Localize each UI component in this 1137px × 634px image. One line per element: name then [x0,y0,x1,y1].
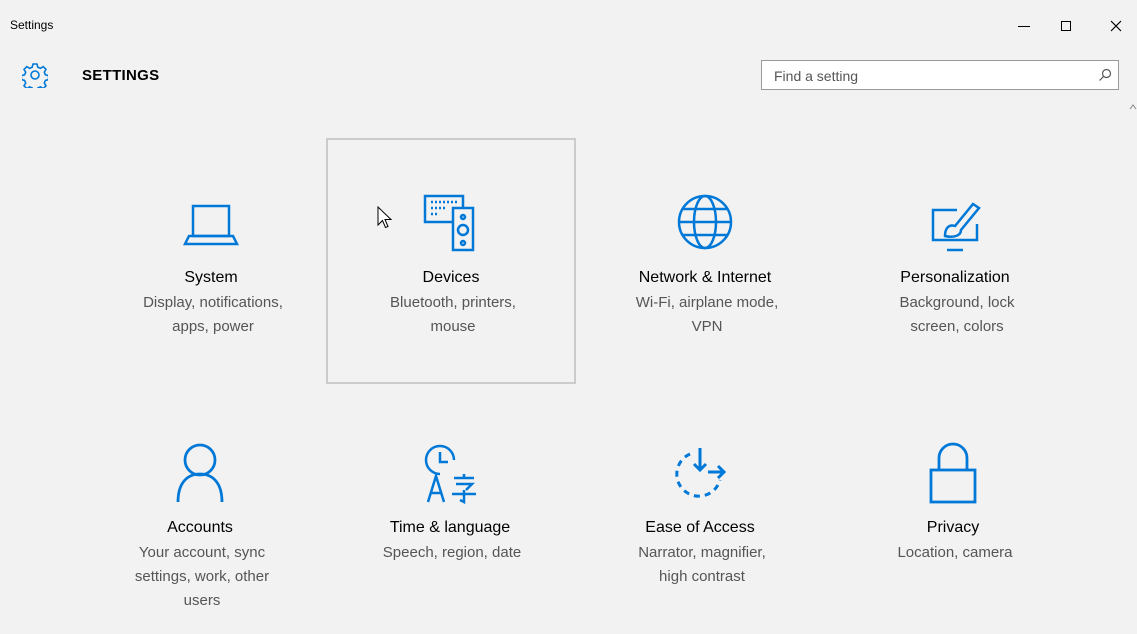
person-icon [176,443,224,503]
maximize-icon [1061,21,1071,31]
tile-description: Background, lock screen, colors [899,294,1015,335]
tile-description: Speech, region, date [382,544,522,561]
time-language-icon [424,444,476,504]
laptop-icon [182,204,240,246]
lock-icon [929,442,977,504]
settings-header: SETTINGS [0,52,1137,102]
tile-network[interactable]: Network & Internet Wi-Fi, airplane mode,… [580,138,830,384]
tile-title: Devices [422,269,480,286]
paint-icon [931,202,981,252]
close-button[interactable] [1093,0,1137,52]
scrollbar[interactable] [1129,102,1137,602]
tile-accounts[interactable]: Accounts Your account, sync settings, wor… [75,388,325,634]
search-icon[interactable] [1098,68,1112,82]
tile-system[interactable]: System Display, notifications, apps, powe… [86,138,336,384]
scroll-up-icon[interactable] [1129,102,1137,112]
page-title: SETTINGS [82,67,160,84]
tile-title: Privacy [926,519,980,536]
minimize-button[interactable] [1001,0,1047,52]
tile-devices[interactable]: Devices Bluetooth, printers, mouse [326,138,576,384]
maximize-button[interactable] [1043,0,1089,52]
tile-description: Bluetooth, printers, mouse [390,294,516,335]
devices-icon [423,194,475,252]
search-box[interactable] [761,60,1119,90]
tile-title: Accounts [167,519,233,536]
globe-icon [677,194,733,250]
tile-description: Display, notifications, apps, power [143,294,283,335]
tile-ease-of-access[interactable]: Ease of Access Narrator, magnifier, high … [575,388,825,634]
ease-of-access-icon [675,448,727,498]
tile-title: System [184,269,238,286]
minimize-icon [1018,25,1030,27]
mouse-cursor-icon [377,206,393,229]
close-icon [1110,20,1122,32]
tile-title: Ease of Access [645,519,755,536]
tile-title: Time & language [389,519,511,536]
tile-privacy[interactable]: Privacy Location, camera [828,388,1078,634]
tile-personalization[interactable]: Personalization Background, lock screen, … [830,138,1080,384]
window-title: Settings [10,18,54,32]
title-bar: Settings [0,0,1137,52]
tile-title: Personalization [900,269,1010,286]
tile-description: Wi-Fi, airplane mode, VPN [635,294,779,335]
tile-description: Your account, sync settings, work, other u… [134,544,270,609]
search-input[interactable] [772,66,1086,86]
tile-time-language[interactable]: Time & language Speech, region, date [325,388,575,634]
gear-icon [22,63,48,88]
tile-description: Location, camera [897,544,1013,561]
tile-description: Narrator, magnifier, high contrast [638,544,766,585]
tile-title: Network & Internet [638,269,772,286]
